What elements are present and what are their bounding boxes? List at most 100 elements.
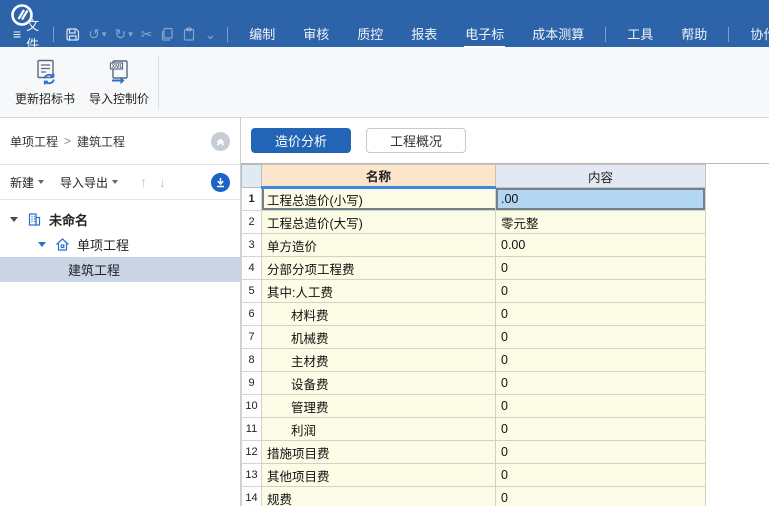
value-cell[interactable]: 0 xyxy=(495,371,706,395)
name-cell[interactable]: 管理费 xyxy=(261,394,496,418)
table-row: 6 材料费 0 xyxy=(241,302,706,326)
new-button[interactable]: 新建 xyxy=(10,174,45,191)
detail-panel: 造价分析 工程概况 名称 内容 1 工程总造价(小写) .00 2 工程总造价(大写) 零元… xyxy=(241,118,769,506)
value-cell[interactable]: 0 xyxy=(495,486,706,506)
tree-item-building-project[interactable]: 建筑工程 xyxy=(0,257,240,282)
tree-item-single-project[interactable]: 单项工程 xyxy=(0,232,240,257)
column-header-content[interactable]: 内容 xyxy=(495,164,706,188)
value-cell[interactable]: 0 xyxy=(495,279,706,303)
tree-item-label: 未命名 xyxy=(49,213,89,228)
name-cell[interactable]: 措施项目费 xyxy=(261,440,496,464)
project-tree-panel: 单项工程 > 建筑工程 新建 导入导出 ↑ ↓ 未命名 单项工程 建筑工程 xyxy=(0,118,241,506)
tab-project-overview[interactable]: 工程概况 xyxy=(366,128,466,153)
table-row: 9 设备费 0 xyxy=(241,371,706,395)
name-cell[interactable]: 分部分项工程费 xyxy=(261,256,496,280)
expand-locate-button[interactable] xyxy=(211,172,230,192)
expander-icon[interactable] xyxy=(10,217,18,222)
import-control-price-button[interactable]: XML 导入控制价 xyxy=(82,52,156,112)
menu-compile[interactable]: 编制 xyxy=(235,20,289,49)
table-row: 11 利润 0 xyxy=(241,417,706,441)
value-cell[interactable]: 0 xyxy=(495,325,706,349)
menu-group-divider xyxy=(728,26,730,42)
value-cell[interactable]: 0.00 xyxy=(495,233,706,257)
import-export-button[interactable]: 导入导出 xyxy=(60,174,119,191)
file-menu-label: 文件 xyxy=(26,18,40,52)
ribbon-toolbar: 更新招标书 XML 导入控制价 xyxy=(0,47,769,118)
value-cell[interactable]: 0 xyxy=(495,394,706,418)
menu-bar: ≡ 文件 ↺▾ ↻▾ ✂ ⌄ 编制审核质控报表电子标成本测算工具帮助协作 xyxy=(6,18,769,52)
breadcrumb-item-single-project[interactable]: 单项工程 xyxy=(10,133,58,150)
row-index-cell[interactable]: 10 xyxy=(241,394,262,418)
update-bid-button[interactable]: 更新招标书 xyxy=(8,52,82,112)
import-export-label: 导入导出 xyxy=(60,175,109,190)
value-cell[interactable]: 0 xyxy=(495,256,706,280)
menu-reports[interactable]: 报表 xyxy=(397,20,451,49)
menu-help[interactable]: 帮助 xyxy=(667,20,721,49)
table-row: 10 管理费 0 xyxy=(241,394,706,418)
collapse-panel-button[interactable] xyxy=(211,131,230,151)
redo-icon[interactable]: ↻ ▾ xyxy=(114,27,132,41)
value-cell[interactable]: .00 xyxy=(495,187,706,211)
value-cell[interactable]: 0 xyxy=(495,463,706,487)
row-index-cell[interactable]: 3 xyxy=(241,233,262,257)
paste-dropdown-icon[interactable]: ⌄ xyxy=(204,27,216,41)
row-index-cell[interactable]: 1 xyxy=(241,187,262,211)
row-index-cell[interactable]: 4 xyxy=(241,256,262,280)
table-row: 8 主材费 0 xyxy=(241,348,706,372)
home-icon xyxy=(55,237,71,253)
tree-item-label: 建筑工程 xyxy=(68,263,121,278)
name-cell[interactable]: 规费 xyxy=(261,486,496,506)
row-index-cell[interactable]: 6 xyxy=(241,302,262,326)
detail-tabs: 造价分析 工程概况 xyxy=(241,118,769,163)
menu-tools[interactable]: 工具 xyxy=(613,20,667,49)
file-menu-button[interactable]: ≡ 文件 xyxy=(6,15,46,53)
save-icon[interactable] xyxy=(65,27,80,42)
column-header-name[interactable]: 名称 xyxy=(261,164,496,189)
tab-cost-analysis[interactable]: 造价分析 xyxy=(251,128,351,153)
tree-item-project-root[interactable]: 未命名 xyxy=(0,207,240,232)
menu-cost-estimate[interactable]: 成本测算 xyxy=(518,20,598,49)
move-down-icon[interactable]: ↓ xyxy=(159,174,166,190)
table-row: 1 工程总造价(小写) .00 xyxy=(241,187,706,211)
expander-icon[interactable] xyxy=(38,242,46,247)
value-cell[interactable]: 0 xyxy=(495,417,706,441)
name-cell[interactable]: 其他项目费 xyxy=(261,463,496,487)
main-content: 单项工程 > 建筑工程 新建 导入导出 ↑ ↓ 未命名 单项工程 建筑工程 造价… xyxy=(0,118,769,506)
value-cell[interactable]: 零元整 xyxy=(495,210,706,234)
paste-icon[interactable] xyxy=(182,27,196,41)
row-index-cell[interactable]: 14 xyxy=(241,486,262,506)
copy-icon[interactable] xyxy=(160,27,174,41)
tree-toolbar: 新建 导入导出 ↑ ↓ xyxy=(0,165,240,200)
cost-analysis-table: 名称 内容 1 工程总造价(小写) .00 2 工程总造价(大写) 零元整 3 单方造价 0.0… xyxy=(241,164,706,506)
name-cell[interactable]: 设备费 xyxy=(261,371,496,395)
row-index-cell[interactable]: 12 xyxy=(241,440,262,464)
cut-icon[interactable]: ✂ xyxy=(141,27,153,41)
name-cell[interactable]: 其中:人工费 xyxy=(261,279,496,303)
row-index-cell[interactable]: 7 xyxy=(241,325,262,349)
value-cell[interactable]: 0 xyxy=(495,440,706,464)
chevron-down-icon xyxy=(38,180,45,184)
menu-quality-control[interactable]: 质控 xyxy=(343,20,397,49)
row-index-cell[interactable]: 9 xyxy=(241,371,262,395)
menu-e-bid[interactable]: 电子标 xyxy=(451,20,518,49)
row-index-cell[interactable]: 5 xyxy=(241,279,262,303)
row-index-cell[interactable]: 2 xyxy=(241,210,262,234)
name-cell[interactable]: 利润 xyxy=(261,417,496,441)
row-index-cell[interactable]: 8 xyxy=(241,348,262,372)
name-cell[interactable]: 主材费 xyxy=(261,348,496,372)
name-cell[interactable]: 单方造价 xyxy=(261,233,496,257)
name-cell[interactable]: 材料费 xyxy=(261,302,496,326)
name-cell[interactable]: 工程总造价(小写) xyxy=(261,187,496,211)
move-up-icon[interactable]: ↑ xyxy=(140,174,147,190)
undo-icon[interactable]: ↺ ▾ xyxy=(88,27,106,41)
value-cell[interactable]: 0 xyxy=(495,348,706,372)
menu-collaborate[interactable]: 协作 xyxy=(736,20,769,49)
name-cell[interactable]: 工程总造价(大写) xyxy=(261,210,496,234)
value-cell[interactable]: 0 xyxy=(495,302,706,326)
row-index-cell[interactable]: 13 xyxy=(241,463,262,487)
toolbar-divider xyxy=(227,26,229,42)
breadcrumb-item-building-project[interactable]: 建筑工程 xyxy=(77,133,125,150)
name-cell[interactable]: 机械费 xyxy=(261,325,496,349)
menu-review[interactable]: 审核 xyxy=(289,20,343,49)
row-index-cell[interactable]: 11 xyxy=(241,417,262,441)
